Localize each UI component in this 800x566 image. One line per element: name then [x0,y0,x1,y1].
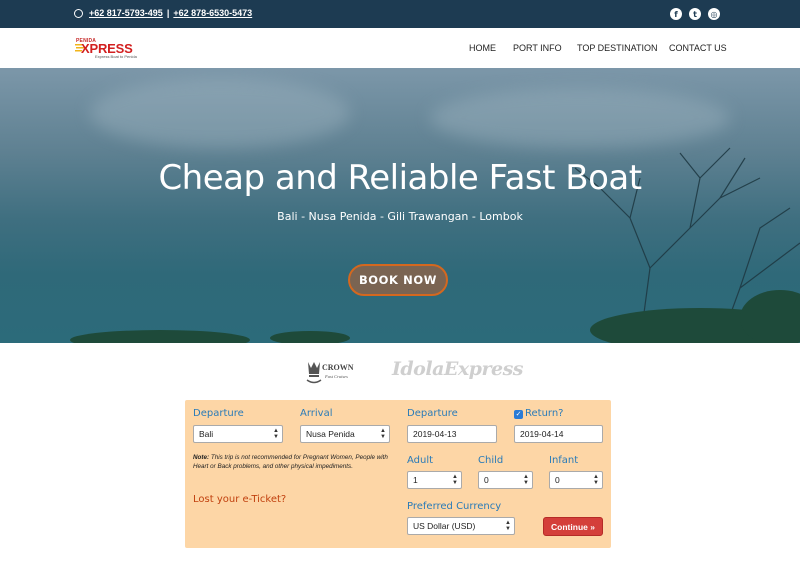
instagram-icon[interactable]: ◎ [708,8,720,20]
departure-date-label: Departure [407,408,458,419]
whatsapp-icon [74,8,83,18]
nav-item-home[interactable]: HOME [469,43,496,53]
select-arrows-icon: ▲ ▼ [273,428,279,440]
arrival-label: Arrival [300,408,333,419]
select-arrows-icon: ▲ ▼ [523,474,529,486]
return-label: Return? [525,408,564,419]
idola-express-logo[interactable]: IdolaExpress [392,358,523,380]
adult-label: Adult [407,455,434,466]
contact-phones: +62 817-5793-495 | +62 878-6530-5473 [74,8,252,18]
arrival-select-value: Nusa Penida [306,429,355,439]
trip-note-text: This trip is not recommended for Pregnan… [193,454,388,470]
logo-tagline: Express Boat to Penida [95,54,137,59]
booking-form: Departure Bali ▲ ▼ Arrival Nusa Penida ▲ ▼… [185,400,611,548]
return-date-input[interactable]: 2019-04-14 [514,425,603,443]
hero-subtitle: Bali - Nusa Penida - Gili Trawangan - Lo… [277,210,523,223]
infant-label: Infant [549,455,579,466]
infant-select[interactable]: 0 ▲ ▼ [549,471,603,489]
nav-item-top-destination[interactable]: TOP DESTINATION [577,43,658,53]
main-navigation: PENIDA XPRESS Express Boat to Penida HOM… [0,28,800,68]
nav-item-contact-us[interactable]: CONTACT US [669,43,727,53]
select-arrows-icon: ▲ ▼ [452,474,458,486]
hero-title: Cheap and Reliable Fast Boat [158,158,642,198]
hero-tree-silhouette [70,147,800,343]
phone-link-1[interactable]: +62 817-5793-495 [89,8,163,18]
phone-link-2[interactable]: +62 878-6530-5473 [173,8,252,18]
twitter-icon[interactable]: t [689,8,701,20]
trip-note: Note: This trip is not recommended for P… [193,453,393,471]
adult-select[interactable]: 1 ▲ ▼ [407,471,462,489]
crown-fast-cruises-logo[interactable]: CROWN Fast Cruises [305,358,355,386]
child-label: Child [478,455,504,466]
top-bar: +62 817-5793-495 | +62 878-6530-5473 f t… [0,0,800,28]
currency-select[interactable]: US Dollar (USD) ▲ ▼ [407,517,515,535]
phone-separator: | [166,8,170,18]
departure-label: Departure [193,408,244,419]
arrival-select[interactable]: Nusa Penida ▲ ▼ [300,425,390,443]
select-arrows-icon: ▲ ▼ [380,428,386,440]
departure-select[interactable]: Bali ▲ ▼ [193,425,283,443]
book-now-button[interactable]: BOOK NOW [348,264,448,296]
child-select-value: 0 [484,475,489,485]
child-select[interactable]: 0 ▲ ▼ [478,471,533,489]
trip-note-prefix: Note: [193,454,210,461]
currency-select-value: US Dollar (USD) [413,521,476,531]
select-arrows-icon: ▲ ▼ [505,520,511,532]
crown-logo-subtitle: Fast Cruises [324,374,348,379]
site-logo[interactable]: PENIDA XPRESS Express Boat to Penida [75,38,143,60]
infant-select-value: 0 [555,475,560,485]
departure-date-input[interactable]: 2019-04-13 [407,425,497,443]
crown-logo-title: CROWN [322,363,354,372]
hero-banner: Cheap and Reliable Fast Boat Bali - Nusa… [0,68,800,343]
adult-select-value: 1 [413,475,418,485]
select-arrows-icon: ▲ ▼ [593,474,599,486]
return-checkbox[interactable]: ✓ [514,410,523,419]
nav-item-port-info[interactable]: PORT INFO [513,43,562,53]
continue-button[interactable]: Continue » [543,517,603,536]
facebook-icon[interactable]: f [670,8,682,20]
departure-select-value: Bali [199,429,214,439]
lost-eticket-link[interactable]: Lost your e-Ticket? [193,494,286,505]
currency-label: Preferred Currency [407,501,502,512]
